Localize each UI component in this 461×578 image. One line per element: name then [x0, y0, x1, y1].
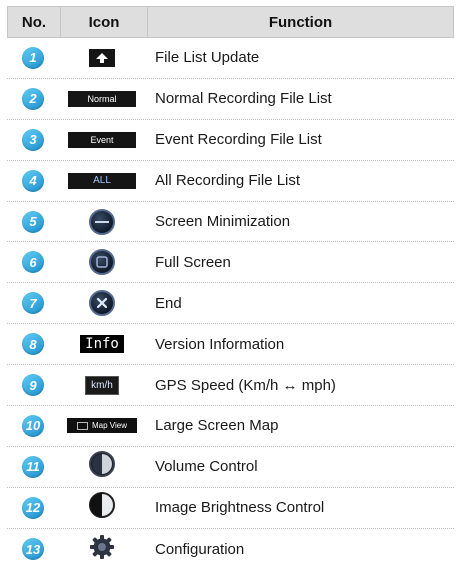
header-no: No. [8, 7, 61, 37]
event-button-icon[interactable]: Event [68, 131, 136, 148]
upload-arrow-icon[interactable] [89, 48, 115, 67]
table-row: 4 ALL All Recording File List [7, 161, 454, 202]
volume-icon[interactable] [88, 450, 116, 483]
row-number: 7 [22, 292, 44, 315]
table-row: 6 Full Screen [7, 242, 454, 284]
map-view-label: Map View [92, 421, 127, 431]
function-text: All Recording File List [155, 172, 301, 190]
function-text: Version Information [155, 335, 285, 353]
map-view-button-icon[interactable]: Map View [67, 418, 137, 434]
info-button-icon[interactable]: Info [80, 335, 124, 354]
map-square-icon [77, 421, 88, 430]
function-text: Large Screen Map [155, 417, 279, 435]
function-text: End [155, 294, 182, 312]
row-number: 2 [22, 87, 44, 110]
row-number: 3 [22, 128, 44, 151]
function-text: Screen Minimization [155, 213, 291, 230]
function-text: File List Update [155, 49, 260, 67]
row-number: 11 [22, 455, 44, 478]
minimize-icon[interactable] [89, 208, 115, 235]
normal-button-icon[interactable]: Normal [68, 90, 136, 107]
all-button-icon[interactable]: ALL [68, 172, 136, 189]
speed-unit-button-icon[interactable]: km/h [85, 375, 119, 395]
row-number: 4 [22, 169, 44, 192]
table-row: 9 km/h GPS Speed (Km/h ↔ mph) [7, 365, 454, 407]
function-text: Event Recording File List [155, 131, 322, 149]
table-row: 8 Info Version Information [7, 324, 454, 366]
row-number: 13 [22, 538, 44, 561]
table-row: 11 Volume Control [7, 447, 454, 488]
row-number: 9 [22, 374, 44, 397]
table-row: 2 Normal Normal Recording File List [7, 79, 454, 120]
header-function: Function [268, 13, 333, 31]
function-text: Volume Control [155, 458, 258, 476]
function-text: Full Screen [155, 253, 231, 271]
table-row: 1 File List Update [7, 38, 454, 79]
table-row: 12 Image Brightness Control [7, 488, 454, 529]
table-row: 3 Event Event Recording File List [7, 120, 454, 161]
row-number: 5 [22, 210, 44, 233]
function-text: Image Brightness Control [155, 499, 325, 517]
table-row: 7 End [7, 283, 454, 325]
row-number: 8 [22, 333, 44, 356]
row-number: 12 [22, 496, 44, 519]
row-number: 1 [22, 46, 44, 69]
brightness-icon[interactable] [88, 491, 116, 524]
table-row: 10 Map View Large Screen Map [7, 406, 454, 447]
gear-icon[interactable] [89, 534, 115, 565]
function-text: GPS Speed (Km/h ↔ mph) [155, 376, 336, 394]
table-header: No. Icon Function [7, 6, 454, 38]
full-screen-icon[interactable] [89, 249, 115, 276]
function-text: Normal Recording File List [155, 90, 332, 108]
function-table: No. Icon Function 1 File List Update 2 N… [7, 6, 454, 570]
table-row: 13 Configuration [7, 529, 454, 570]
close-icon[interactable] [89, 290, 115, 317]
table-row: 5 Screen Minimization [7, 202, 454, 243]
header-icon: Icon [61, 7, 148, 37]
row-number: 10 [22, 414, 44, 437]
row-number: 6 [22, 251, 44, 274]
function-text: Configuration [155, 540, 245, 558]
